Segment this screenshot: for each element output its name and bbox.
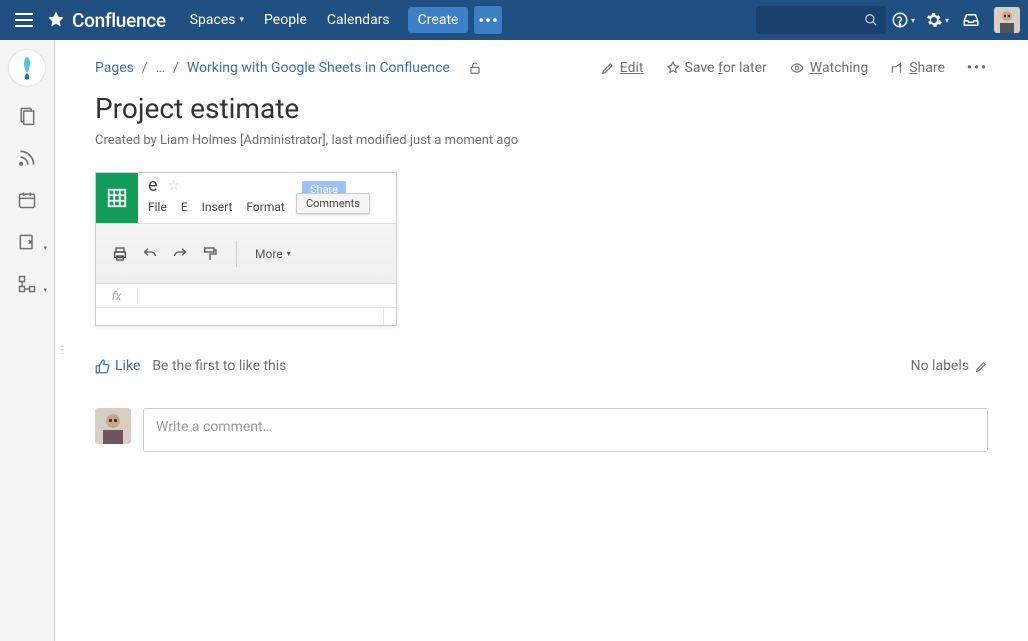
search-input[interactable] xyxy=(756,6,886,34)
page-byline: Created by Liam Holmes [Administrator], … xyxy=(95,133,988,148)
profile-avatar[interactable] xyxy=(994,7,1020,33)
pencil-icon xyxy=(601,61,615,75)
page-tree-icon[interactable]: ▾ xyxy=(15,272,39,296)
blog-icon[interactable] xyxy=(15,146,39,170)
create-more-button[interactable]: ••• xyxy=(474,6,502,34)
confluence-logo[interactable]: Confluence xyxy=(46,9,166,32)
create-button[interactable]: Create xyxy=(408,7,469,33)
share-icon xyxy=(890,61,904,75)
embed-more-button[interactable]: More ▾ xyxy=(255,247,291,261)
star-icon xyxy=(666,61,680,75)
google-sheet-embed[interactable]: e ☆ File E Insert Format Da Share Commen… xyxy=(95,172,397,326)
shortcuts-icon[interactable]: ▾ xyxy=(15,230,39,254)
settings-gear-icon[interactable]: ▾ xyxy=(920,0,954,40)
eye-icon xyxy=(789,61,805,75)
formula-bar[interactable]: fx xyxy=(96,283,396,307)
unrestricted-icon[interactable] xyxy=(468,60,482,76)
paint-format-icon[interactable] xyxy=(202,246,218,262)
thumbs-up-icon xyxy=(95,359,110,374)
embed-menu-format[interactable]: Format xyxy=(246,200,284,214)
print-icon[interactable] xyxy=(112,246,128,262)
nav-people[interactable]: People xyxy=(254,0,317,40)
undo-icon[interactable] xyxy=(142,246,158,262)
more-actions-button[interactable]: ••• xyxy=(967,60,988,76)
sidebar-drag-handle[interactable]: ⋮ xyxy=(55,341,69,360)
main-content: ⋮ Pages / … / Working with Google Sheets… xyxy=(55,40,1028,641)
embed-menu-insert[interactable]: Insert xyxy=(202,200,233,214)
embed-doc-name: e xyxy=(148,175,158,196)
google-sheets-icon xyxy=(96,173,138,223)
watching-button[interactable]: Watching xyxy=(789,60,868,76)
breadcrumb-pages[interactable]: Pages xyxy=(95,60,134,76)
embed-header: e ☆ File E Insert Format Da Share Commen… xyxy=(96,173,396,223)
page-actions: Edit Save for later Watching Share ••• xyxy=(601,60,988,76)
nav-links: Spaces▾ People Calendars Create ••• xyxy=(180,0,503,40)
breadcrumb-ellipsis[interactable]: … xyxy=(156,60,165,76)
embed-comments-tooltip: Comments xyxy=(296,193,370,214)
breadcrumb-row: Pages / … / Working with Google Sheets i… xyxy=(95,60,988,76)
embed-menu-file[interactable]: File xyxy=(148,200,167,214)
help-icon[interactable]: ▾ xyxy=(886,0,920,40)
comment-placeholder: Write a comment… xyxy=(156,419,272,435)
nav-calendars[interactable]: Calendars xyxy=(317,0,400,40)
page-title: Project estimate xyxy=(95,92,988,125)
like-status-text: Be the first to like this xyxy=(152,358,286,374)
embed-toolbar: More ▾ xyxy=(96,223,396,283)
space-avatar[interactable] xyxy=(9,50,45,86)
breadcrumb-parent[interactable]: Working with Google Sheets in Confluence xyxy=(187,60,450,76)
pages-icon[interactable] xyxy=(15,104,39,128)
no-labels-text: No labels xyxy=(911,358,969,374)
labels-area: No labels xyxy=(911,358,988,374)
edit-button[interactable]: Edit xyxy=(601,60,644,76)
inbox-icon[interactable] xyxy=(954,0,988,40)
sheet-cells[interactable] xyxy=(96,307,396,325)
redo-icon[interactable] xyxy=(172,246,188,262)
share-button[interactable]: Share xyxy=(890,60,945,76)
left-sidebar: ▾ ▾ xyxy=(0,40,55,641)
edit-labels-icon[interactable] xyxy=(975,360,988,373)
app-switcher-icon[interactable] xyxy=(8,4,40,36)
save-for-later-button[interactable]: Save for later xyxy=(666,60,767,76)
commenter-avatar[interactable] xyxy=(95,408,131,444)
breadcrumbs: Pages / … / Working with Google Sheets i… xyxy=(95,60,450,76)
like-button[interactable]: Like xyxy=(95,358,140,374)
like-row: Like Be the first to like this No labels xyxy=(95,358,988,374)
brand-text: Confluence xyxy=(72,9,166,32)
calendar-icon[interactable] xyxy=(15,188,39,212)
star-outline-icon[interactable]: ☆ xyxy=(168,178,181,194)
top-navbar: Confluence Spaces▾ People Calendars Crea… xyxy=(0,0,1028,40)
comment-input[interactable]: Write a comment… xyxy=(143,408,988,452)
embed-menu-e[interactable]: E xyxy=(181,200,188,214)
nav-spaces[interactable]: Spaces▾ xyxy=(180,0,254,40)
comment-row: Write a comment… xyxy=(95,408,988,452)
fx-label: fx xyxy=(96,289,138,303)
search-icon xyxy=(864,13,878,27)
